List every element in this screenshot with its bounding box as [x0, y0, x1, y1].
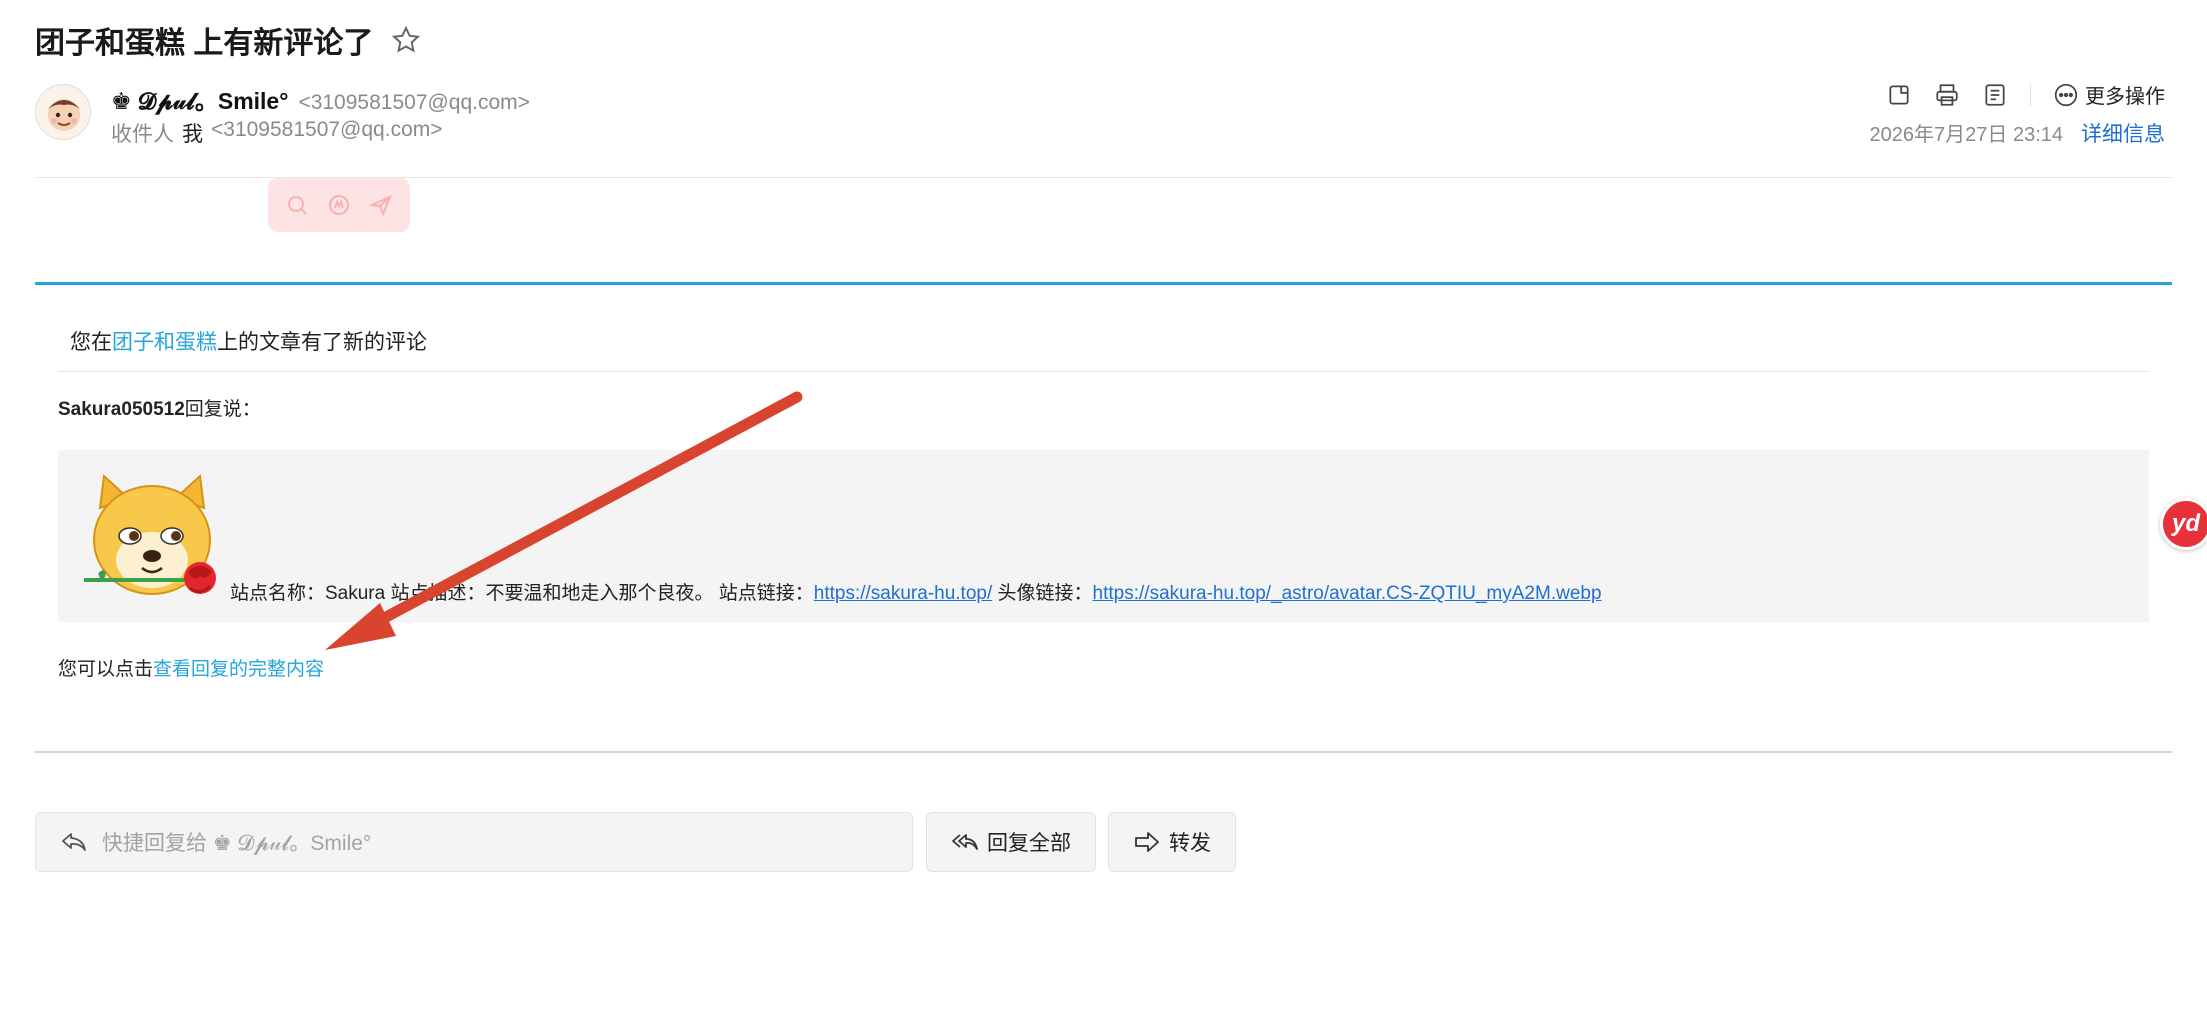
meta-line: 2026年7月27日 23:14 详细信息 [1870, 118, 2165, 148]
recipient-line: 收件人 我 <3109581507@qq.com> [111, 118, 443, 148]
floating-toolbar [268, 178, 410, 232]
forward-label: 转发 [1169, 832, 1211, 855]
email-view: 团子和蛋糕 上有新评论了 ♚ 𝓓𝓹𝓊𝓵。Smile° <3109581507@q… [0, 0, 2207, 1013]
reply-all-icon [952, 834, 978, 850]
comment-text: 站点名称：Sakura 站点描述：不要温和地走入那个良夜。 站点链接：https… [230, 578, 1602, 605]
sender-avatar[interactable] [35, 84, 91, 140]
site-url-link[interactable]: https://sakura-hu.top/ [814, 583, 993, 604]
youdao-badge[interactable]: yd [2160, 498, 2207, 550]
avatar-url-link[interactable]: https://sakura-hu.top/_astro/avatar.CS-Z… [1093, 583, 1602, 604]
more-actions-label: 更多操作 [2085, 86, 2165, 108]
body-accent-border [35, 282, 2172, 285]
email-date: 2026年7月27日 23:14 [1869, 124, 2063, 146]
send-icon[interactable] [369, 193, 393, 217]
quick-reply-placeholder: 快捷回复给 ♚ 𝓓𝓹𝓊𝓵。Smile° [102, 832, 372, 855]
quick-reply-input[interactable]: 快捷回复给 ♚ 𝓓𝓹𝓊𝓵。Smile° [35, 812, 913, 872]
site-link[interactable]: 团子和蛋糕 [112, 331, 217, 354]
more-icon [2054, 83, 2078, 106]
ai-assist-icon[interactable] [327, 193, 351, 217]
note-icon[interactable] [1982, 82, 2008, 108]
print-icon[interactable] [1934, 82, 1960, 108]
recipient-name[interactable]: 我 [182, 118, 203, 148]
open-new-window-icon[interactable] [1886, 82, 1912, 108]
quote-avatar-label: 头像链接： [992, 583, 1093, 604]
reply-all-button[interactable]: 回复全部 [926, 812, 1096, 872]
quote-site-name: 站点名称：Sakura 站点描述：不要温和地走入那个良夜。 站点链接： [230, 583, 814, 604]
sender-name[interactable]: ♚ 𝓓𝓹𝓊𝓵。Smile° [111, 82, 288, 116]
intro-divider [58, 371, 2149, 372]
email-subject: 团子和蛋糕 上有新评论了 [35, 27, 374, 60]
recipient-label: 收件人 [111, 123, 174, 146]
doge-emoji-image [84, 473, 216, 595]
sender-line: ♚ 𝓓𝓹𝓊𝓵。Smile° <3109581507@qq.com> [111, 82, 530, 116]
view-full-line: 您可以点击查看回复的完整内容 [58, 654, 324, 681]
view-full-reply-link[interactable]: 查看回复的完整内容 [153, 659, 324, 680]
subject-header: 团子和蛋糕 上有新评论了 [35, 18, 421, 62]
details-link[interactable]: 详细信息 [2081, 118, 2165, 148]
body-bottom-divider [35, 751, 2172, 753]
action-divider [2030, 83, 2031, 106]
comment-quote-box: 站点名称：Sakura 站点描述：不要温和地走入那个良夜。 站点链接：https… [58, 450, 2149, 622]
replier-name: Sakura050512 [58, 399, 185, 420]
header-actions: 更多操作 [1886, 80, 2165, 109]
replier-line: Sakura050512回复说： [58, 394, 261, 421]
more-actions-button[interactable]: 更多操作 [2053, 80, 2165, 109]
forward-icon [1135, 832, 1159, 852]
forward-button[interactable]: 转发 [1108, 812, 1236, 872]
intro-prefix: 您在 [70, 331, 112, 354]
search-icon[interactable] [285, 193, 309, 217]
intro-suffix: 上的文章有了新的评论 [217, 331, 427, 354]
view-prefix: 您可以点击 [58, 659, 154, 680]
reply-icon [62, 833, 86, 851]
reply-all-label: 回复全部 [987, 832, 1071, 855]
sender-email: <3109581507@qq.com> [298, 91, 530, 114]
intro-line: 您在团子和蛋糕上的文章有了新的评论 [70, 326, 427, 356]
star-icon[interactable] [391, 25, 421, 55]
recipient-email: <3109581507@qq.com> [211, 118, 443, 141]
replier-suffix: 回复说： [184, 399, 261, 420]
